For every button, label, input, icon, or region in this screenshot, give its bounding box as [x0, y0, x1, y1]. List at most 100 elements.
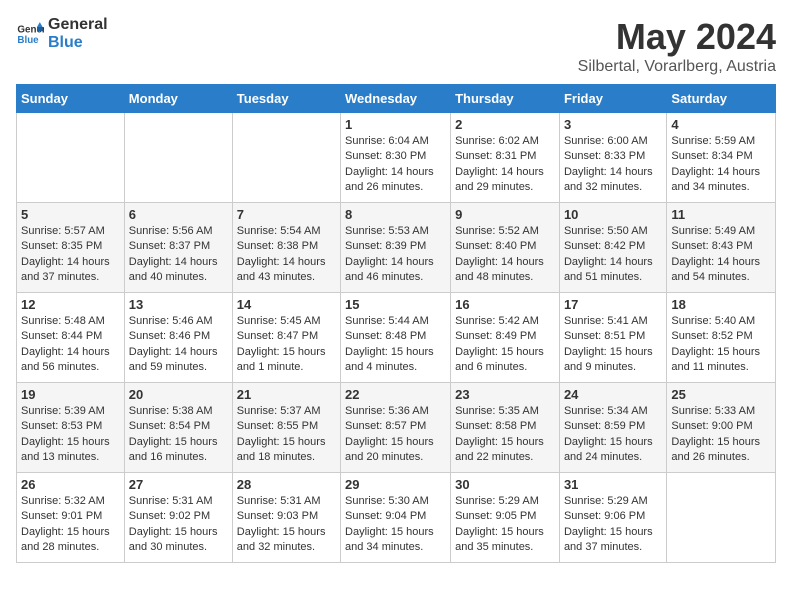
calendar-cell: 21 Sunrise: 5:37 AMSunset: 8:55 PMDayligh…	[232, 383, 340, 473]
day-number: 15	[345, 297, 446, 312]
day-info: Sunrise: 5:31 AMSunset: 9:02 PMDaylight:…	[129, 494, 228, 556]
calendar-cell: 28 Sunrise: 5:31 AMSunset: 9:03 PMDayligh…	[232, 473, 340, 563]
day-number: 22	[345, 387, 446, 402]
day-info: Sunrise: 6:02 AMSunset: 8:31 PMDaylight:…	[455, 134, 555, 196]
day-info: Sunrise: 5:50 AMSunset: 8:42 PMDaylight:…	[564, 224, 662, 286]
calendar-cell: 16 Sunrise: 5:42 AMSunset: 8:49 PMDayligh…	[451, 293, 560, 383]
day-number: 24	[564, 387, 662, 402]
calendar-cell: 7 Sunrise: 5:54 AMSunset: 8:38 PMDaylight…	[232, 203, 340, 293]
day-number: 18	[671, 297, 771, 312]
page-header: General Blue General Blue May 2024 Silbe…	[16, 16, 776, 76]
calendar-cell	[667, 473, 776, 563]
day-number: 8	[345, 207, 446, 222]
header-sunday: Sunday	[17, 85, 125, 113]
title-area: May 2024 Silbertal, Vorarlberg, Austria	[578, 16, 776, 76]
day-info: Sunrise: 5:54 AMSunset: 8:38 PMDaylight:…	[237, 224, 336, 286]
day-info: Sunrise: 5:33 AMSunset: 9:00 PMDaylight:…	[671, 404, 771, 466]
calendar-cell: 19 Sunrise: 5:39 AMSunset: 8:53 PMDayligh…	[17, 383, 125, 473]
day-number: 4	[671, 117, 771, 132]
day-number: 31	[564, 477, 662, 492]
day-info: Sunrise: 5:39 AMSunset: 8:53 PMDaylight:…	[21, 404, 120, 466]
day-info: Sunrise: 5:29 AMSunset: 9:06 PMDaylight:…	[564, 494, 662, 556]
calendar-header-row: SundayMondayTuesdayWednesdayThursdayFrid…	[17, 85, 776, 113]
day-number: 13	[129, 297, 228, 312]
calendar-table: SundayMondayTuesdayWednesdayThursdayFrid…	[16, 84, 776, 563]
day-info: Sunrise: 5:41 AMSunset: 8:51 PMDaylight:…	[564, 314, 662, 376]
calendar-cell: 15 Sunrise: 5:44 AMSunset: 8:48 PMDayligh…	[341, 293, 451, 383]
day-info: Sunrise: 5:38 AMSunset: 8:54 PMDaylight:…	[129, 404, 228, 466]
header-tuesday: Tuesday	[232, 85, 340, 113]
day-number: 19	[21, 387, 120, 402]
logo: General Blue General Blue	[16, 16, 108, 51]
day-info: Sunrise: 5:44 AMSunset: 8:48 PMDaylight:…	[345, 314, 446, 376]
header-wednesday: Wednesday	[341, 85, 451, 113]
page-title: May 2024	[578, 16, 776, 58]
day-number: 25	[671, 387, 771, 402]
day-number: 28	[237, 477, 336, 492]
day-info: Sunrise: 5:53 AMSunset: 8:39 PMDaylight:…	[345, 224, 446, 286]
calendar-cell: 26 Sunrise: 5:32 AMSunset: 9:01 PMDayligh…	[17, 473, 125, 563]
day-number: 17	[564, 297, 662, 312]
day-info: Sunrise: 5:31 AMSunset: 9:03 PMDaylight:…	[237, 494, 336, 556]
calendar-cell: 29 Sunrise: 5:30 AMSunset: 9:04 PMDayligh…	[341, 473, 451, 563]
day-number: 11	[671, 207, 771, 222]
calendar-cell: 27 Sunrise: 5:31 AMSunset: 9:02 PMDayligh…	[124, 473, 232, 563]
day-number: 3	[564, 117, 662, 132]
calendar-cell	[17, 113, 125, 203]
day-info: Sunrise: 5:36 AMSunset: 8:57 PMDaylight:…	[345, 404, 446, 466]
logo-text-line1: General	[48, 16, 108, 34]
calendar-cell: 4 Sunrise: 5:59 AMSunset: 8:34 PMDaylight…	[667, 113, 776, 203]
calendar-cell: 17 Sunrise: 5:41 AMSunset: 8:51 PMDayligh…	[559, 293, 666, 383]
calendar-cell: 8 Sunrise: 5:53 AMSunset: 8:39 PMDaylight…	[341, 203, 451, 293]
calendar-cell: 23Sunrise: 5:35 AMSunset: 8:58 PMDayligh…	[451, 383, 560, 473]
day-number: 7	[237, 207, 336, 222]
svg-text:Blue: Blue	[17, 35, 39, 46]
calendar-cell: 11Sunrise: 5:49 AMSunset: 8:43 PMDayligh…	[667, 203, 776, 293]
day-number: 14	[237, 297, 336, 312]
calendar-cell: 20 Sunrise: 5:38 AMSunset: 8:54 PMDayligh…	[124, 383, 232, 473]
day-info: Sunrise: 5:29 AMSunset: 9:05 PMDaylight:…	[455, 494, 555, 556]
calendar-cell	[232, 113, 340, 203]
calendar-week-row: 5 Sunrise: 5:57 AMSunset: 8:35 PMDaylight…	[17, 203, 776, 293]
header-monday: Monday	[124, 85, 232, 113]
day-info: Sunrise: 5:48 AMSunset: 8:44 PMDaylight:…	[21, 314, 120, 376]
day-info: Sunrise: 6:00 AMSunset: 8:33 PMDaylight:…	[564, 134, 662, 196]
day-number: 9	[455, 207, 555, 222]
day-number: 21	[237, 387, 336, 402]
header-friday: Friday	[559, 85, 666, 113]
page-subtitle: Silbertal, Vorarlberg, Austria	[578, 58, 776, 76]
day-info: Sunrise: 5:34 AMSunset: 8:59 PMDaylight:…	[564, 404, 662, 466]
day-number: 26	[21, 477, 120, 492]
calendar-cell: 13Sunrise: 5:46 AMSunset: 8:46 PMDayligh…	[124, 293, 232, 383]
day-info: Sunrise: 5:32 AMSunset: 9:01 PMDaylight:…	[21, 494, 120, 556]
calendar-week-row: 19 Sunrise: 5:39 AMSunset: 8:53 PMDayligh…	[17, 383, 776, 473]
day-number: 5	[21, 207, 120, 222]
calendar-week-row: 12 Sunrise: 5:48 AMSunset: 8:44 PMDayligh…	[17, 293, 776, 383]
calendar-cell: 5 Sunrise: 5:57 AMSunset: 8:35 PMDaylight…	[17, 203, 125, 293]
day-number: 16	[455, 297, 555, 312]
calendar-cell: 24 Sunrise: 5:34 AMSunset: 8:59 PMDayligh…	[559, 383, 666, 473]
calendar-cell: 1 Sunrise: 6:04 AMSunset: 8:30 PMDaylight…	[341, 113, 451, 203]
calendar-cell: 3 Sunrise: 6:00 AMSunset: 8:33 PMDaylight…	[559, 113, 666, 203]
day-info: Sunrise: 5:59 AMSunset: 8:34 PMDaylight:…	[671, 134, 771, 196]
header-saturday: Saturday	[667, 85, 776, 113]
day-info: Sunrise: 6:04 AMSunset: 8:30 PMDaylight:…	[345, 134, 446, 196]
logo-icon: General Blue	[16, 20, 44, 48]
calendar-cell: 9 Sunrise: 5:52 AMSunset: 8:40 PMDaylight…	[451, 203, 560, 293]
calendar-cell: 12 Sunrise: 5:48 AMSunset: 8:44 PMDayligh…	[17, 293, 125, 383]
day-number: 12	[21, 297, 120, 312]
day-number: 29	[345, 477, 446, 492]
day-info: Sunrise: 5:52 AMSunset: 8:40 PMDaylight:…	[455, 224, 555, 286]
day-info: Sunrise: 5:57 AMSunset: 8:35 PMDaylight:…	[21, 224, 120, 286]
day-number: 1	[345, 117, 446, 132]
day-number: 6	[129, 207, 228, 222]
calendar-cell: 22 Sunrise: 5:36 AMSunset: 8:57 PMDayligh…	[341, 383, 451, 473]
day-info: Sunrise: 5:42 AMSunset: 8:49 PMDaylight:…	[455, 314, 555, 376]
calendar-cell: 25 Sunrise: 5:33 AMSunset: 9:00 PMDayligh…	[667, 383, 776, 473]
day-info: Sunrise: 5:37 AMSunset: 8:55 PMDaylight:…	[237, 404, 336, 466]
day-number: 27	[129, 477, 228, 492]
day-number: 2	[455, 117, 555, 132]
header-thursday: Thursday	[451, 85, 560, 113]
day-info: Sunrise: 5:30 AMSunset: 9:04 PMDaylight:…	[345, 494, 446, 556]
day-number: 20	[129, 387, 228, 402]
